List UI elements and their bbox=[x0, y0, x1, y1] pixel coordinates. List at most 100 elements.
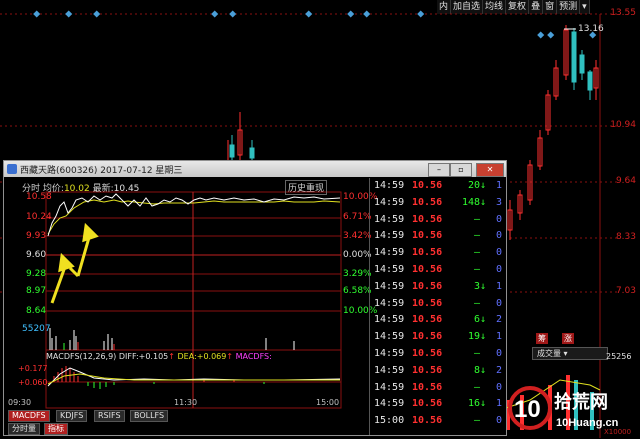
macd-axis-top: +0.177 bbox=[18, 364, 48, 373]
tick-row: 14:59 10.56 148 ↓ 3 bbox=[370, 197, 506, 215]
down-arrow-icon: ↓ bbox=[479, 196, 486, 208]
tick-price: 10.56 bbox=[412, 264, 443, 275]
tab-macdfs[interactable]: MACDFS bbox=[8, 410, 50, 422]
tick-row: 14:59 10.56 8 ↓ 2 bbox=[370, 365, 506, 383]
bg-high-label: 13.16 bbox=[578, 24, 604, 34]
bg-tag-chip[interactable]: 筹 bbox=[536, 333, 548, 344]
down-arrow-icon: ↓ bbox=[479, 364, 486, 376]
tick-volume: – bbox=[473, 381, 480, 393]
history-replay-button[interactable]: 历史重现 bbox=[285, 180, 328, 195]
tick-time: 14:59 bbox=[374, 364, 405, 376]
vol-indicator-select[interactable]: 成交量 ▾ bbox=[532, 347, 608, 360]
right-axis-4: 3.29% bbox=[343, 269, 372, 279]
tick-time: 14:59 bbox=[374, 348, 405, 359]
app-icon bbox=[7, 164, 17, 174]
macd-header: MACDFS(12,26,9) DIFF:+0.105↑ DEA:+0.069↑… bbox=[46, 352, 272, 361]
tick-row: 14:59 10.56 – 0 bbox=[370, 247, 506, 265]
watermark-num: 10 bbox=[514, 396, 541, 423]
tick-time: 14:59 bbox=[374, 398, 405, 410]
tick-volume: – bbox=[473, 264, 480, 275]
tick-volume: – bbox=[473, 348, 480, 359]
macd-dea-value: +0.069 bbox=[196, 352, 227, 361]
tick-row: 14:59 10.56 3 ↓ 1 bbox=[370, 281, 506, 299]
macd-diff-value: +0.105 bbox=[138, 352, 169, 361]
restore-button[interactable]: ▫ bbox=[450, 163, 472, 177]
tick-price: 10.56 bbox=[412, 331, 443, 343]
tick-time: 14:59 bbox=[374, 280, 405, 292]
intraday-chart-svg bbox=[45, 191, 342, 409]
bg-vol-label: 25256 bbox=[606, 352, 632, 361]
tick-price: 10.56 bbox=[412, 381, 443, 393]
tick-row: 14:59 10.56 – 0 bbox=[370, 348, 506, 366]
minimize-button[interactable]: – bbox=[428, 163, 450, 177]
tick-count: 0 bbox=[495, 247, 502, 259]
left-axis-1: 10.24 bbox=[26, 212, 52, 222]
tab-fs-volume[interactable]: 分时量 bbox=[8, 423, 40, 435]
tick-price: 10.56 bbox=[412, 297, 443, 309]
tick-row: 14:59 10.56 – 0 bbox=[370, 214, 506, 232]
down-arrow-icon: ↓ bbox=[479, 180, 486, 191]
tick-price: 10.56 bbox=[412, 213, 443, 225]
vol-select-label: 成交量 bbox=[537, 349, 561, 358]
down-arrow-icon: ↓ bbox=[479, 331, 486, 343]
window-titlebar[interactable]: 西藏天路(600326) 2017-07-12 星期三 – ▫ ▣ ✕ bbox=[4, 161, 506, 177]
left-axis-5: 8.97 bbox=[26, 286, 47, 296]
tick-time: 15:00 bbox=[374, 415, 405, 427]
right-axis-2: 3.42% bbox=[343, 231, 372, 241]
tab-rsifs[interactable]: RSIFS bbox=[94, 410, 125, 422]
tick-count: 0 bbox=[495, 230, 502, 242]
tick-time: 14:59 bbox=[374, 196, 405, 208]
intraday-chart: 分时 均价:10.02 最新:10.45 历史重现 10.58 10.24 9.… bbox=[4, 178, 377, 435]
bg-axis-4: 8.33 bbox=[615, 232, 636, 242]
down-arrow-icon: ↓ bbox=[479, 314, 486, 326]
close-button[interactable]: ✕ bbox=[476, 163, 504, 177]
tick-volume: – bbox=[473, 247, 480, 259]
left-axis-6: 8.64 bbox=[26, 306, 47, 316]
tick-price: 10.56 bbox=[412, 280, 443, 292]
tick-price: 10.56 bbox=[412, 415, 443, 427]
last-price-label: 最新: bbox=[92, 184, 114, 194]
tab-indicator[interactable]: 指标 bbox=[44, 423, 68, 435]
tick-price: 10.56 bbox=[412, 196, 443, 208]
macd-dea-label: DEA: bbox=[177, 352, 197, 361]
right-axis-3: 0.00% bbox=[343, 250, 372, 260]
tab-bollfs[interactable]: BOLLFS bbox=[130, 410, 169, 422]
macd-series-name: MACDFS: bbox=[235, 352, 272, 361]
tick-price: 10.56 bbox=[412, 180, 443, 191]
tick-row: 14:59 10.56 6 ↓ 2 bbox=[370, 314, 506, 332]
bg-tag-limit[interactable]: 涨 bbox=[562, 333, 574, 344]
tick-volume: 20 bbox=[467, 180, 480, 191]
tick-time: 14:59 bbox=[374, 180, 405, 191]
intraday-window: 西藏天路(600326) 2017-07-12 星期三 – ▫ ▣ ✕ bbox=[3, 160, 507, 436]
tab-kdjfs[interactable]: KDJFS bbox=[56, 410, 88, 422]
tick-time: 14:59 bbox=[374, 331, 405, 343]
tick-row: 14:59 10.56 20 ↓ 1 bbox=[370, 180, 506, 198]
tick-row: 14:59 10.56 – 0 bbox=[370, 230, 506, 248]
macd-diff-label: DIFF: bbox=[118, 352, 139, 361]
right-axis-5: 6.58% bbox=[343, 286, 372, 296]
tick-price: 10.56 bbox=[412, 348, 443, 359]
tick-row: 14:59 10.56 – 0 bbox=[370, 264, 506, 282]
tick-count: 2 bbox=[495, 314, 502, 326]
time-axis-mid: 11:30 bbox=[174, 398, 198, 407]
tick-time: 14:59 bbox=[374, 264, 405, 275]
down-arrow-icon: ↓ bbox=[479, 280, 486, 292]
tick-price: 10.56 bbox=[412, 398, 443, 410]
bg-axis-3: 9.64 bbox=[615, 176, 636, 186]
tick-row: 14:59 10.56 19 ↓ 1 bbox=[370, 331, 506, 349]
time-axis-end: 15:00 bbox=[316, 398, 340, 407]
tick-price: 10.56 bbox=[412, 230, 443, 242]
tick-volume: – bbox=[473, 230, 480, 242]
left-axis-3: 9.60 bbox=[26, 250, 47, 260]
window-title: 西藏天路(600326) 2017-07-12 星期三 bbox=[20, 166, 183, 176]
left-axis-0: 10.58 bbox=[26, 192, 52, 202]
tick-time: 14:59 bbox=[374, 314, 405, 326]
tick-volume: 16 bbox=[467, 398, 480, 410]
tick-price: 10.56 bbox=[412, 314, 443, 326]
bg-axis-top: 13.55 bbox=[610, 8, 636, 18]
avg-price-value: 10.02 bbox=[63, 184, 90, 194]
tick-volume: 19 bbox=[467, 331, 480, 343]
tick-row: 15:00 10.56–0 bbox=[370, 415, 506, 433]
left-axis-2: 9.93 bbox=[26, 231, 47, 241]
tick-price: 10.56 bbox=[412, 364, 443, 376]
